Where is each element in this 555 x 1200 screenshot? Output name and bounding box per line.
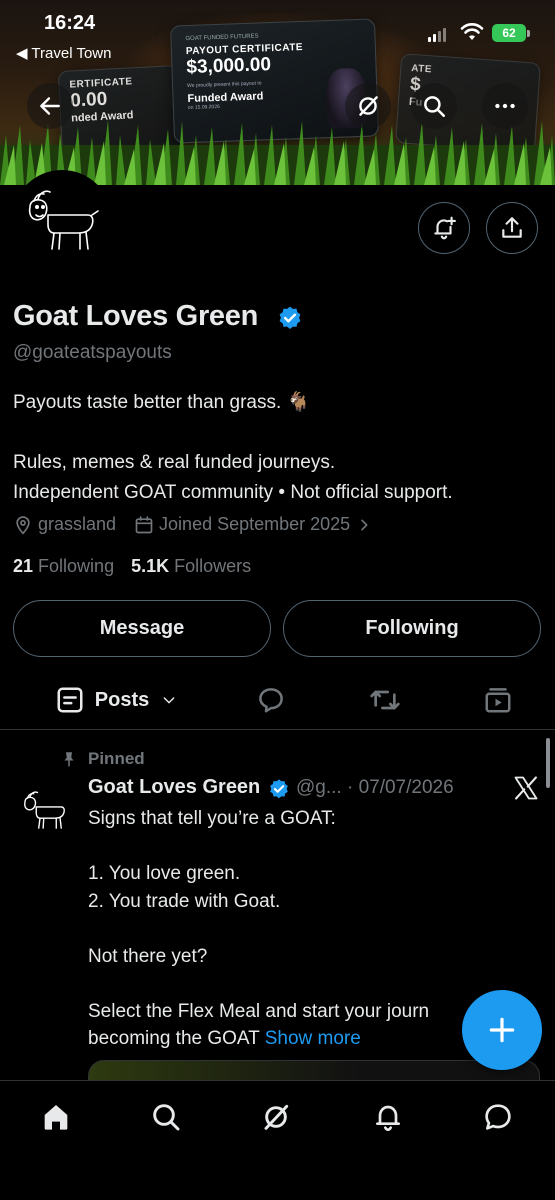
profile-meta: grassland Joined September 2025: [13, 514, 378, 535]
chat-bubble-icon: [485, 1104, 511, 1130]
joined-text: Joined September 2025: [159, 514, 351, 534]
pinned-indicator: Pinned: [60, 749, 145, 769]
followers-count-link[interactable]: 5.1K Followers: [131, 556, 251, 576]
battery-level: 62: [502, 26, 516, 40]
chevron-right-icon: [361, 519, 368, 530]
x-logo-icon[interactable]: [512, 774, 540, 802]
compose-button[interactable]: [462, 990, 542, 1070]
back-arrow-icon: [40, 97, 60, 115]
tab-replies[interactable]: [243, 672, 299, 728]
joined-item[interactable]: Joined September 2025: [134, 514, 372, 535]
followers-label: Followers: [174, 556, 252, 576]
verified-badge-icon[interactable]: [277, 305, 303, 331]
following-label: Following: [38, 556, 115, 576]
location-item: grassland: [13, 514, 116, 535]
follow-counts: 21 Following 5.1K Followers: [13, 556, 251, 577]
followers-count: 5.1K: [131, 556, 170, 576]
search-icon: [153, 1104, 180, 1131]
post-author-name[interactable]: Goat Loves Green: [88, 776, 260, 799]
plus-icon: [489, 1017, 515, 1043]
profile-bio-line3: Independent GOAT community • Not officia…: [13, 482, 453, 503]
pin-icon: [64, 752, 74, 767]
post-text: Signs that tell you’re a GOAT: 1. You lo…: [88, 808, 430, 1049]
nav-notifications[interactable]: [360, 1097, 416, 1137]
following-button-label: Following: [365, 617, 459, 639]
search-icon: [424, 96, 445, 117]
nav-home[interactable]: [28, 1097, 84, 1137]
profile-handle: @goateatspayouts: [13, 342, 172, 363]
share-icon: [502, 217, 522, 238]
posts-icon: [57, 687, 83, 713]
nav-explore[interactable]: [138, 1097, 194, 1137]
tab-videos[interactable]: [470, 672, 526, 728]
back-button[interactable]: [27, 83, 73, 129]
tab-posts-label: Posts: [94, 688, 150, 711]
chevron-down-icon: [163, 697, 175, 704]
repost-icon: [370, 690, 400, 710]
profile-bio-line2: Rules, memes & real funded journeys.: [13, 452, 336, 473]
battery-tip: [527, 30, 530, 37]
status-bar: 16:24 ◀ Travel Town 62: [0, 0, 555, 70]
tab-posts[interactable]: Posts: [46, 672, 186, 728]
post-avatar[interactable]: [20, 788, 70, 838]
location-pin-icon: [16, 515, 30, 535]
video-icon: [485, 688, 511, 713]
nav-grok[interactable]: [248, 1097, 304, 1137]
grok-icon: [359, 96, 378, 116]
profile-tabs: Posts: [0, 672, 555, 730]
calendar-icon: [135, 515, 153, 533]
goat-avatar-small-icon: [24, 791, 65, 829]
notifications-subscribe-button[interactable]: [418, 202, 470, 254]
cellular-signal-icon: [428, 28, 446, 42]
post-handle-date: @g... · 07/07/2026: [296, 777, 454, 798]
following-button[interactable]: Following: [283, 600, 541, 657]
more-button[interactable]: [482, 83, 528, 129]
message-button[interactable]: Message: [13, 600, 271, 657]
wifi-icon: [460, 23, 484, 40]
status-time: 16:24: [44, 12, 96, 34]
show-more-link[interactable]: Show more: [265, 1028, 361, 1049]
back-to-app-link[interactable]: ◀ Travel Town: [16, 44, 111, 62]
more-icon: [495, 103, 515, 109]
goat-avatar-icon: [28, 190, 99, 250]
profile-bio-line1: Payouts taste better than grass. 🐐: [13, 392, 311, 413]
post-verified-badge-icon: [270, 779, 288, 799]
share-button[interactable]: [486, 202, 538, 254]
battery-icon: 62: [492, 24, 526, 42]
bell-plus-icon: [434, 216, 456, 240]
grok-button[interactable]: [345, 83, 391, 129]
bell-icon: [376, 1105, 400, 1132]
location-text: grassland: [38, 514, 117, 534]
tab-reposts[interactable]: [357, 672, 413, 728]
profile-name: Goat Loves Green: [13, 300, 258, 332]
home-icon: [44, 1105, 68, 1130]
grass-illustration: [0, 120, 555, 185]
following-count-link[interactable]: 21 Following: [13, 556, 114, 576]
grok-icon: [264, 1104, 289, 1130]
bottom-navigation: [0, 1080, 555, 1200]
reply-bubble-icon: [259, 688, 283, 713]
search-button[interactable]: [411, 83, 457, 129]
nav-messages[interactable]: [470, 1097, 526, 1137]
profile-bio-rest: Rules, memes & real funded journeys. Ind…: [13, 448, 453, 508]
message-button-label: Message: [99, 617, 185, 639]
pinned-label: Pinned: [88, 749, 145, 768]
scrollbar[interactable]: [546, 738, 550, 788]
following-count: 21: [13, 556, 34, 576]
profile-avatar[interactable]: [12, 170, 112, 270]
